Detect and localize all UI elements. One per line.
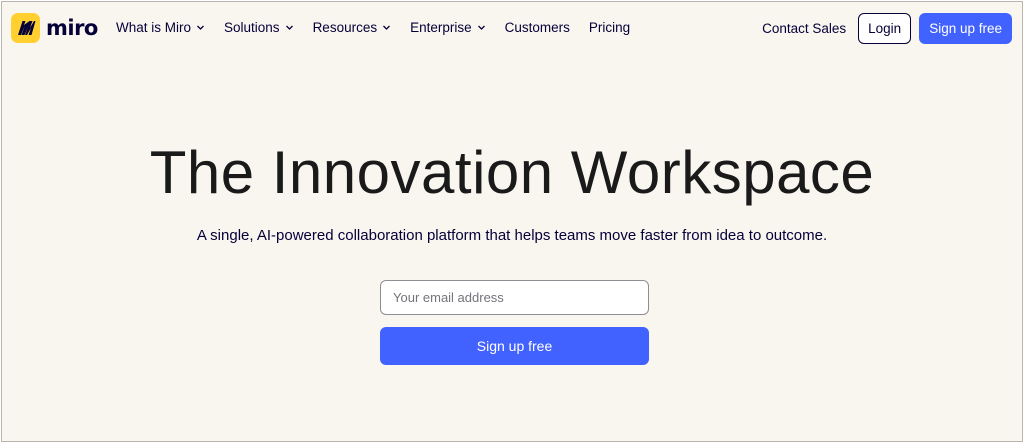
hero-subtitle: A single, AI-powered collaboration platf… — [196, 227, 828, 244]
login-button[interactable]: Login — [858, 13, 912, 44]
menu-item-label: Solutions — [224, 20, 280, 35]
miro-logo[interactable]: miro — [11, 13, 98, 43]
hero-title: The Innovation Workspace — [149, 139, 875, 206]
top-navigation: miro What is Miro Solutions Resources En… — [2, 2, 1022, 56]
signup-button-header[interactable]: Sign up free — [919, 13, 1012, 44]
menu-item-label: Customers — [504, 20, 570, 35]
chevron-down-icon — [477, 23, 486, 32]
chevron-down-icon — [285, 23, 294, 32]
menu-item-enterprise[interactable]: Enterprise — [410, 20, 486, 35]
menu-item-customers[interactable]: Customers — [505, 20, 570, 35]
contact-sales-link[interactable]: Contact Sales — [762, 21, 846, 36]
menu-item-label: Resources — [312, 20, 378, 35]
menu-item-label: Pricing — [588, 20, 631, 35]
chevron-down-icon — [382, 23, 391, 32]
chevron-down-icon — [196, 23, 205, 32]
nav-actions: Contact Sales Login Sign up free — [762, 13, 1012, 44]
brand-name: miro — [46, 16, 98, 40]
menu-item-what-is-miro[interactable]: What is Miro — [116, 20, 205, 35]
menu-item-resources[interactable]: Resources — [313, 20, 392, 35]
menu-item-pricing[interactable]: Pricing — [589, 20, 630, 35]
main-menu: What is Miro Solutions Resources Enterpr… — [116, 20, 649, 35]
page-frame: miro What is Miro Solutions Resources En… — [1, 1, 1023, 442]
signup-button-hero[interactable]: Sign up free — [380, 327, 649, 365]
menu-item-label: What is Miro — [116, 20, 192, 35]
menu-item-label: Enterprise — [410, 20, 472, 35]
email-input[interactable] — [380, 280, 649, 315]
menu-item-solutions[interactable]: Solutions — [224, 20, 294, 35]
miro-logo-icon — [11, 13, 40, 43]
